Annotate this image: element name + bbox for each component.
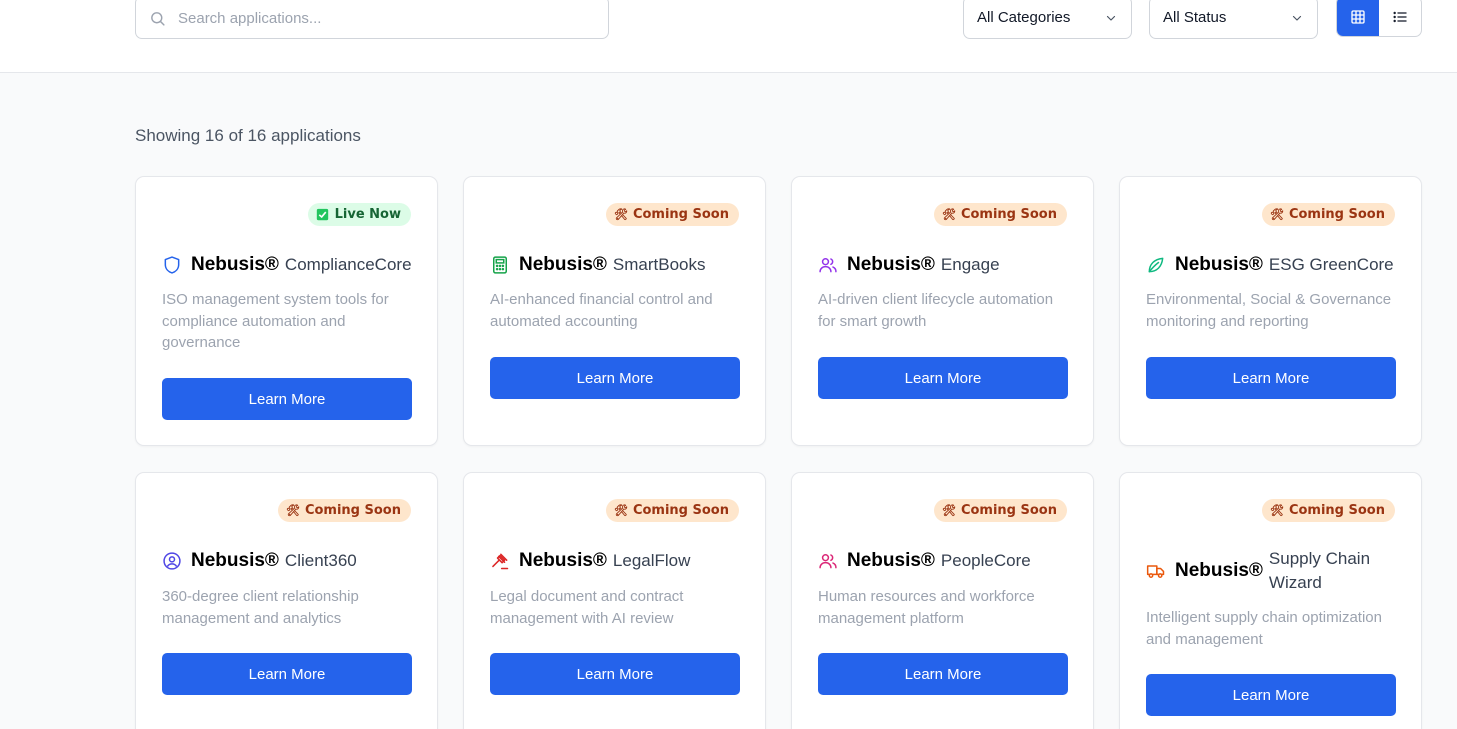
app-name: Client360 xyxy=(284,551,357,570)
status-select-value: All Status xyxy=(1163,9,1227,26)
list-view-button[interactable] xyxy=(1379,0,1421,36)
app-name: Engage xyxy=(940,255,1000,274)
app-title: Nebusis® Supply Chain Wizard xyxy=(1146,547,1406,595)
status-badge-label: Coming Soon xyxy=(960,503,1057,518)
app-card: 🛠 Coming Soon Nebusis® Client360 360-deg… xyxy=(135,472,438,729)
gavel-icon xyxy=(492,553,509,570)
tools-icon: 🛠 xyxy=(941,504,956,517)
grid-view-button[interactable] xyxy=(1337,0,1379,36)
app-brand: Nebusis® xyxy=(519,550,607,571)
learn-more-button[interactable]: Learn More xyxy=(490,653,740,695)
app-title: Nebusis® ComplianceCore xyxy=(162,253,422,277)
app-brand: Nebusis® xyxy=(191,550,279,571)
app-name: ComplianceCore xyxy=(284,255,412,274)
app-name: PeopleCore xyxy=(940,551,1031,570)
learn-more-button[interactable]: Learn More xyxy=(818,653,1068,695)
status-badge: 🛠 Coming Soon xyxy=(605,499,739,522)
app-card: 🛠 Coming Soon Nebusis® Supply Chain Wiza… xyxy=(1119,472,1422,729)
check-square-icon xyxy=(316,208,328,221)
app-description: ISO management system tools for complian… xyxy=(162,291,389,351)
status-select[interactable]: All Status xyxy=(1149,0,1318,39)
app-card: 🛠 Coming Soon Nebusis® ESG GreenCore Env… xyxy=(1119,176,1422,446)
app-description: 360-degree client relationship managemen… xyxy=(162,588,359,627)
app-title: Nebusis® Client360 xyxy=(162,549,422,573)
status-badge: 🛠 Coming Soon xyxy=(1261,203,1395,226)
status-badge-label: Coming Soon xyxy=(960,207,1057,222)
tools-icon: 🛠 xyxy=(285,504,300,517)
status-badge: 🛠 Coming Soon xyxy=(933,499,1067,522)
users-icon xyxy=(819,258,837,273)
tools-icon: 🛠 xyxy=(1269,504,1284,517)
app-brand: Nebusis® xyxy=(1175,254,1263,275)
app-description: AI-driven client lifecycle automation fo… xyxy=(818,291,1054,330)
status-badge: Live Now xyxy=(307,203,411,226)
status-badge-label: Coming Soon xyxy=(304,503,401,518)
learn-more-button[interactable]: Learn More xyxy=(818,357,1068,399)
status-badge: 🛠 Coming Soon xyxy=(933,203,1067,226)
app-card: 🛠 Coming Soon Nebusis® PeopleCore Human … xyxy=(791,472,1094,729)
learn-more-button[interactable]: Learn More xyxy=(490,357,740,399)
category-select[interactable]: All Categories xyxy=(963,0,1132,39)
app-title: Nebusis® Engage xyxy=(818,253,1078,277)
view-toggle xyxy=(1336,0,1422,37)
app-name: SmartBooks xyxy=(612,255,706,274)
app-description: Legal document and contract management w… xyxy=(490,588,684,627)
learn-more-button[interactable]: Learn More xyxy=(1146,357,1396,399)
app-name: Supply Chain Wizard xyxy=(1268,549,1371,592)
app-brand: Nebusis® xyxy=(191,254,279,275)
status-badge-label: Coming Soon xyxy=(632,207,729,222)
tools-icon: 🛠 xyxy=(613,208,628,221)
app-card: 🛠 Coming Soon Nebusis® SmartBooks AI-enh… xyxy=(463,176,766,446)
grid-icon xyxy=(1351,9,1365,24)
search-box[interactable] xyxy=(135,0,609,39)
chevron-down-icon xyxy=(1106,15,1116,21)
user-circle-icon xyxy=(163,552,181,570)
tools-icon: 🛠 xyxy=(1269,208,1284,221)
status-badge-label: Coming Soon xyxy=(1288,503,1385,518)
tools-icon: 🛠 xyxy=(941,208,956,221)
app-card: 🛠 Coming Soon Nebusis® LegalFlow Legal d… xyxy=(463,472,766,729)
app-name: ESG GreenCore xyxy=(1268,255,1394,274)
toolbar: All Categories All Status xyxy=(0,0,1457,73)
app-description: AI-enhanced financial control and automa… xyxy=(490,291,713,330)
search-input[interactable] xyxy=(178,5,598,31)
leaf-icon xyxy=(1148,257,1164,273)
learn-more-button[interactable]: Learn More xyxy=(162,653,412,695)
app-card: 🛠 Coming Soon Nebusis® Engage AI-driven … xyxy=(791,176,1094,446)
status-badge: 🛠 Coming Soon xyxy=(277,499,411,522)
tools-icon: 🛠 xyxy=(613,504,628,517)
calculator-icon xyxy=(493,256,507,274)
app-brand: Nebusis® xyxy=(519,254,607,275)
truck-icon xyxy=(1146,565,1165,578)
app-brand: Nebusis® xyxy=(1175,560,1263,581)
category-select-value: All Categories xyxy=(977,9,1071,26)
results-count: Showing 16 of 16 applications xyxy=(135,126,361,145)
app-description: Environmental, Social & Governance monit… xyxy=(1146,291,1392,330)
status-badge: 🛠 Coming Soon xyxy=(605,203,739,226)
app-description: Intelligent supply chain optimization an… xyxy=(1146,609,1382,648)
app-card: Live Now Nebusis® ComplianceCore ISO man… xyxy=(135,176,438,446)
status-badge-label: Live Now xyxy=(334,207,401,222)
app-title: Nebusis® PeopleCore xyxy=(818,549,1078,573)
learn-more-button[interactable]: Learn More xyxy=(1146,674,1396,716)
status-badge-label: Coming Soon xyxy=(1288,207,1385,222)
status-badge-label: Coming Soon xyxy=(632,503,729,518)
chevron-down-icon xyxy=(1292,15,1302,21)
app-name: LegalFlow xyxy=(612,551,691,570)
app-title: Nebusis® SmartBooks xyxy=(490,253,750,277)
app-description: Human resources and workforce management… xyxy=(818,588,1035,627)
status-badge: 🛠 Coming Soon xyxy=(1261,499,1395,522)
shield-icon xyxy=(164,256,180,274)
list-icon xyxy=(1393,11,1407,22)
app-brand: Nebusis® xyxy=(847,254,935,275)
app-title: Nebusis® ESG GreenCore xyxy=(1146,253,1406,277)
app-title: Nebusis® LegalFlow xyxy=(490,549,750,573)
app-brand: Nebusis® xyxy=(847,550,935,571)
users-icon xyxy=(819,554,837,569)
learn-more-button[interactable]: Learn More xyxy=(162,378,412,420)
search-icon xyxy=(151,12,165,26)
